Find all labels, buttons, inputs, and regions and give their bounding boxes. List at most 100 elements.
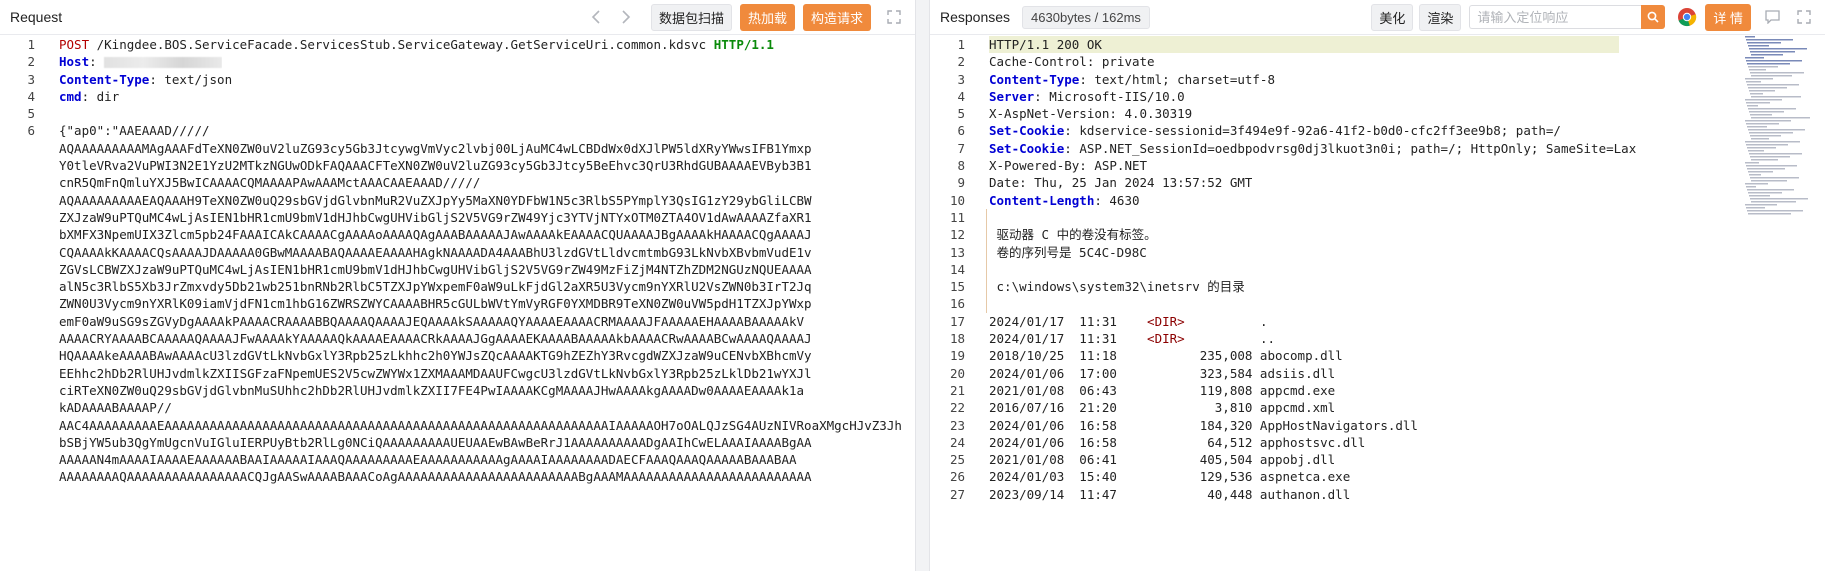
line-number: 1 — [957, 37, 965, 52]
dir-tag: <DIR> — [1147, 313, 1185, 329]
code-line: 1 HTTP/1.1 200 OK — [930, 36, 1825, 54]
code-minimap[interactable] — [1743, 36, 1821, 216]
line-number — [0, 313, 59, 330]
minimap-line — [1747, 210, 1803, 212]
line-number: 14 — [949, 261, 965, 277]
dir-date: 2024/01/17 11:31 — [989, 313, 1148, 329]
line-number: 18 — [949, 331, 965, 347]
hot-reload-button[interactable]: 热加载 — [739, 3, 795, 31]
line-number — [0, 192, 59, 209]
line-text: AAAAAAAAQAAAAAAAAAAAAAAAACQJgAASwAAAABAA… — [59, 468, 812, 485]
expand-icon[interactable] — [883, 6, 905, 28]
header-name: Content-Type — [59, 71, 150, 87]
code-line: 27 2023/09/14 11:47 40,448 authanon.dll — [930, 486, 1825, 503]
minimap-line — [1751, 159, 1778, 161]
line-text: kADAAAABAAAAP// — [59, 399, 172, 416]
line-text: Y0tleVRva2VuPWI3N2E1YzU2MTkzNGUwODkFAQAA… — [59, 157, 812, 174]
code-line: ZWN0U3Vycm9nYXRlK09iamVjdFN1cm1hbG16ZWRS… — [0, 295, 915, 312]
redacted-host — [104, 57, 223, 69]
minimap-line — [1751, 96, 1801, 98]
minimap-line — [1747, 42, 1781, 44]
minimap-line — [1750, 72, 1804, 74]
code-line: cnR5QmFnQmluYXJ5BwICAAAACQMAAAAPAwAAAMct… — [0, 174, 915, 191]
build-request-button[interactable]: 构造请求 — [802, 3, 871, 31]
body-text: HQAAAAkeAAAABAwAAAAcU3lzdGVtLkNvbGxlY3Rp… — [59, 348, 812, 364]
minimap-line — [1749, 195, 1770, 197]
minimap-line — [1746, 123, 1779, 125]
details-button[interactable]: 详 情 — [1705, 3, 1751, 31]
code-line: 10 Content-Length: 4630 — [930, 192, 1825, 209]
body-text: ZGVsLCBWZXJzaW9uPTQuMC4wLjAsIEN1bHR1cmU9… — [59, 261, 812, 277]
line-text: alN5c3RlbS5Xb3JrZmxvdy5Db21wb251bnRNb2Rl… — [59, 278, 812, 295]
line-number — [0, 451, 59, 468]
body-text: CQAAAAkKAAAACQsAAAAJDAAAAA0GBwMAAAABAQAA… — [59, 244, 812, 260]
line-text — [986, 295, 989, 313]
code-line: 17 2024/01/17 11:31 <DIR> . — [930, 313, 1825, 330]
line-number: 19 — [949, 348, 965, 364]
line-text: HQAAAAkeAAAABAwAAAAcU3lzdGVtLkNvbGxlY3Rp… — [59, 347, 812, 364]
expand-icon[interactable] — [1793, 6, 1815, 28]
line-number: 6 — [27, 123, 35, 139]
line-number — [0, 365, 59, 382]
minimap-line — [1746, 102, 1770, 104]
line-text: 2018/10/25 11:18 235,008 abocomp.dll — [989, 347, 1343, 364]
line-number: 2 — [27, 54, 35, 70]
forward-arrow-icon[interactable] — [615, 6, 637, 28]
code-line: 25 2021/01/08 06:41 405,504 appobj.dll — [930, 451, 1825, 468]
body-text: bXMFX3NpemUIX3Zlcm5pb24FAAAICAkCAAAACgAA… — [59, 227, 812, 243]
dir-tag: <DIR> — [1147, 331, 1185, 347]
line-text: HTTP/1.1 200 OK — [989, 36, 1619, 54]
minimap-line — [1751, 75, 1792, 77]
line-number: 3 — [27, 71, 35, 87]
minimap-line — [1745, 78, 1773, 80]
minimap-line — [1750, 156, 1790, 158]
request-editor[interactable]: 1 POST /Kingdee.BOS.ServiceFacade.Service… — [0, 36, 915, 571]
code-line: 4 cmd: dir — [0, 88, 915, 105]
line-text: Cache-Control: private — [989, 53, 1155, 70]
pane-divider[interactable] — [915, 0, 930, 571]
render-button[interactable]: 渲染 — [1419, 3, 1462, 31]
minimap-line — [1745, 162, 1759, 164]
response-editor[interactable]: 1 HTTP/1.1 200 OK 2 Cache-Control: private 3… — [930, 36, 1825, 571]
body-text: {"ap0":"AAEAAAD///// — [59, 123, 210, 139]
response-toolbar: Responses 4630bytes / 162ms 美化 渲染 详 情 — [930, 0, 1825, 35]
line-number — [0, 226, 59, 243]
packet-scan-button[interactable]: 数据包扫描 — [650, 3, 732, 31]
minimap-line — [1751, 138, 1769, 140]
line-text: X-Powered-By: ASP.NET — [989, 157, 1147, 174]
code-line: Y0tleVRva2VuPWI3N2E1YzU2MTkzNGUwODkFAQAA… — [0, 157, 915, 174]
line-text: AAC4AAAAAAAAAEAAAAAAAAAAAAAAAAAAAAAAAAAA… — [59, 417, 902, 434]
minimap-line — [1751, 201, 1796, 203]
header-sep: : — [149, 71, 165, 87]
code-line: 2 Host: — [0, 53, 915, 70]
code-line: HQAAAAkeAAAABAwAAAAcU3lzdGVtLkNvbGxlY3Rp… — [0, 347, 915, 364]
code-line: 13 卷的序列号是 5C4C-D98C — [930, 243, 1825, 261]
header-name: Content-Type — [989, 71, 1080, 87]
line-text: c:\windows\system32\inetsrv 的目录 — [986, 278, 1245, 296]
minimap-line — [1751, 180, 1787, 182]
code-line: AQAAAAAAAAAEAQAAAH9TeXN0ZW0uQ29sbGVjdGlv… — [0, 192, 915, 209]
request-path: /Kingdee.BOS.ServiceFacade.ServicesStub.… — [89, 37, 714, 52]
minimap-line — [1746, 81, 1761, 83]
line-text: AAAACRYAAAABCAAAAAQAAAAJFwAAAAkYAAAAAQkA… — [59, 330, 812, 347]
search-icon[interactable] — [1641, 5, 1666, 29]
line-number — [0, 157, 59, 174]
code-line: 26 2024/01/03 15:40 129,536 aspnetca.exe — [930, 468, 1825, 485]
code-line: bXMFX3NpemUIX3Zlcm5pb24FAAAICAkCAAAACgAA… — [0, 226, 915, 243]
beautify-button[interactable]: 美化 — [1371, 3, 1414, 31]
line-number — [0, 399, 59, 416]
minimap-line — [1750, 198, 1808, 200]
body-text: emF0aW9uSG9sZGVyDgAAAAkPAAAACRAAAABBQAAA… — [59, 313, 805, 329]
response-search-input[interactable] — [1469, 5, 1642, 29]
back-arrow-icon[interactable] — [585, 6, 607, 28]
line-text: AQAAAAAAAAAEAQAAAH9TeXN0ZW0uQ29sbGVjdGlv… — [59, 192, 812, 209]
chrome-browser-icon[interactable] — [1677, 7, 1697, 27]
minimap-line — [1746, 144, 1788, 146]
response-size-time: 4630bytes / 162ms — [1022, 5, 1150, 29]
header-value: : ASP.NET_SessionId=oedbpodvrsg0dj3lkuot… — [1064, 140, 1637, 156]
code-line: 6 Set-Cookie: kdservice-sessionid=3f494e9… — [930, 122, 1825, 139]
comment-icon[interactable] — [1761, 6, 1783, 28]
code-line: ZXJzaW9uPTQuMC4wLjAsIEN1bHR1cmU9bmV1dHJh… — [0, 209, 915, 226]
code-line: 3 Content-Type: text/html; charset=utf-8 — [930, 71, 1825, 88]
code-line: AAC4AAAAAAAAAEAAAAAAAAAAAAAAAAAAAAAAAAAA… — [0, 417, 915, 434]
